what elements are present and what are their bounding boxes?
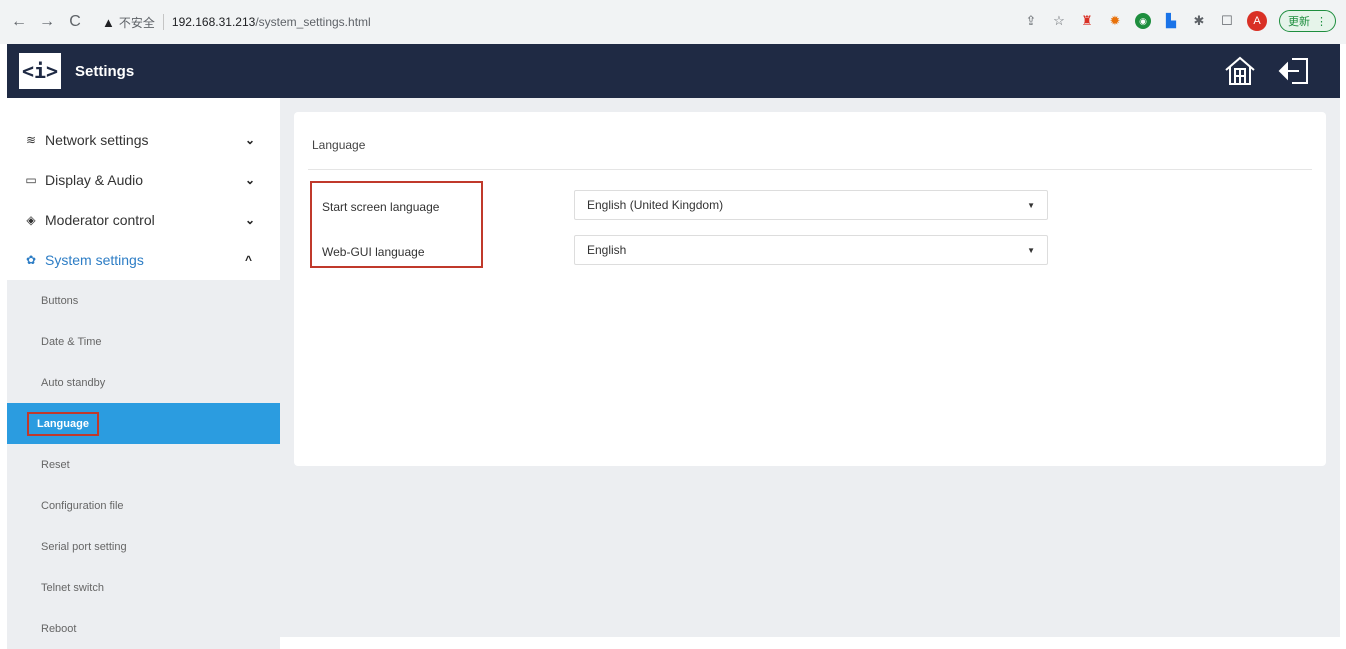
sidepanel-icon[interactable]: ☐	[1219, 13, 1235, 29]
update-button[interactable]: 更新 ⋮	[1279, 10, 1336, 32]
submenu-item-label: Language	[27, 411, 99, 436]
submenu-item-reset[interactable]: Reset	[7, 444, 280, 485]
profile-avatar[interactable]: A	[1247, 11, 1267, 31]
submenu-item-date-time[interactable]: Date & Time	[7, 321, 280, 362]
update-label: 更新	[1288, 16, 1310, 28]
sidebar-item-display-audio[interactable]: ▭ Display & Audio ⌄	[7, 160, 280, 200]
eye-icon: ◈	[26, 213, 36, 227]
extension-icon[interactable]: ▙	[1163, 13, 1179, 29]
warning-icon[interactable]: ▲	[102, 15, 115, 30]
sidebar-item-label: Moderator control	[45, 212, 155, 228]
home-icon[interactable]	[1222, 54, 1258, 88]
gear-icon: ✿	[25, 253, 37, 267]
submenu-item-telnet-switch[interactable]: Telnet switch	[7, 567, 280, 608]
sidebar: ≋ Network settings ⌄ ▭ Display & Audio ⌄…	[7, 98, 280, 649]
start-screen-language-select[interactable]: English (United Kingdom) ▼	[574, 190, 1048, 220]
more-icon: ⋮	[1316, 15, 1327, 28]
monitor-icon: ▭	[25, 173, 37, 187]
sidebar-item-label: System settings	[45, 252, 144, 268]
sidebar-item-moderator-control[interactable]: ◈ Moderator control ⌄	[7, 200, 280, 240]
bookmark-star-icon[interactable]: ☆	[1051, 13, 1067, 29]
extensions-area: ⇪ ☆ ♜ ✹ ◉ ▙ ✱ ☐ A 更新 ⋮	[1023, 10, 1336, 32]
url-path: /system_settings.html	[255, 15, 371, 29]
address-bar[interactable]: ▲ 不安全 192.168.31.213/system_settings.htm…	[102, 7, 1102, 37]
sidebar-item-system-settings[interactable]: ✿ System settings ^	[7, 240, 280, 280]
submenu-item-reboot[interactable]: Reboot	[7, 608, 280, 649]
submenu-item-serial-port-setting[interactable]: Serial port setting	[7, 526, 280, 567]
logout-icon[interactable]	[1276, 54, 1312, 88]
wifi-icon: ≋	[25, 133, 37, 147]
caret-down-icon: ▼	[1027, 245, 1035, 255]
language-card: Language Start screen language English (…	[294, 112, 1326, 466]
caret-down-icon: ▼	[1027, 200, 1035, 210]
divider	[308, 169, 1312, 170]
chevron-up-icon[interactable]: ^	[245, 253, 252, 267]
select-value: English (United Kingdom)	[587, 198, 724, 212]
sidebar-item-network-settings[interactable]: ≋ Network settings ⌄	[7, 120, 280, 160]
select-value: English	[587, 243, 627, 257]
system-settings-submenu: Buttons Date & Time Auto standby Languag…	[7, 280, 280, 649]
extension-icon[interactable]: ♜	[1079, 13, 1095, 29]
start-screen-language-label: Start screen language	[322, 200, 440, 214]
submenu-item-language[interactable]: Language	[7, 403, 280, 444]
chevron-down-icon[interactable]: ⌄	[245, 213, 255, 227]
extension-icon[interactable]: ◉	[1135, 13, 1151, 29]
submenu-item-buttons[interactable]: Buttons	[7, 280, 280, 321]
app-header: <i> Settings	[7, 44, 1340, 98]
chevron-down-icon[interactable]: ⌄	[245, 173, 255, 187]
forward-button[interactable]: →	[36, 11, 58, 33]
reload-button[interactable]: C	[64, 11, 86, 33]
submenu-item-configuration-file[interactable]: Configuration file	[7, 485, 280, 526]
chevron-down-icon[interactable]: ⌄	[245, 133, 255, 147]
card-title: Language	[312, 138, 366, 152]
insecure-label[interactable]: 不安全	[119, 14, 155, 31]
submenu-item-auto-standby[interactable]: Auto standby	[7, 362, 280, 403]
page-title: Settings	[75, 62, 135, 80]
url-host: 192.168.31.213	[171, 15, 256, 29]
puzzle-icon[interactable]: ✱	[1191, 13, 1207, 29]
url-divider	[162, 14, 164, 30]
web-gui-language-select[interactable]: English ▼	[574, 235, 1048, 265]
sidebar-item-label: Display & Audio	[45, 172, 144, 188]
sidebar-item-label: Network settings	[45, 132, 149, 148]
logo: <i>	[19, 53, 61, 89]
browser-toolbar: ← → C ▲ 不安全 192.168.31.213/system_settin…	[0, 0, 1346, 44]
share-icon[interactable]: ⇪	[1023, 13, 1039, 29]
main-content: Language Start screen language English (…	[280, 98, 1340, 637]
back-button[interactable]: ←	[8, 11, 30, 33]
extension-icon[interactable]: ✹	[1107, 13, 1123, 29]
web-gui-language-label: Web-GUI language	[322, 245, 425, 259]
